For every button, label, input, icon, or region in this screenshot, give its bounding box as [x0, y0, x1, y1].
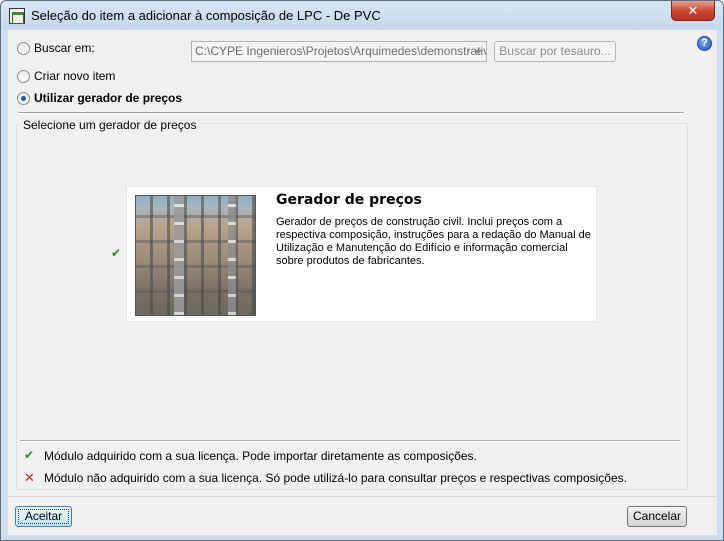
close-button[interactable]: ✕ — [671, 1, 715, 21]
app-icon — [9, 8, 25, 24]
radio-price-generator[interactable] — [17, 92, 30, 105]
price-generator-card[interactable]: Gerador de preços Gerador de preços de c… — [126, 186, 597, 322]
legend-not-acquired-text: Módulo não adquirido com a sua licença. … — [44, 471, 627, 485]
generator-group-title: Selecione um gerador de preços — [20, 118, 200, 132]
acquired-check-icon: ✔ — [24, 448, 35, 462]
cancel-button-label: Cancelar — [632, 509, 682, 523]
path-value: C:\CYPE Ingenieros\Projetos\Arquimedes\d… — [195, 44, 487, 58]
card-description: Gerador de preços de construção civil. I… — [276, 216, 591, 267]
card-acquired-check-icon: ✔ — [111, 246, 122, 260]
window-title: Seleção do item a adicionar à composição… — [31, 8, 381, 23]
dialog-body: Buscar em: C:\CYPE Ingenieros\Projetos\A… — [8, 30, 717, 535]
footer-separator — [8, 496, 717, 497]
options-separator — [18, 112, 684, 114]
chevron-down-icon — [474, 50, 482, 54]
dialog-window: Seleção do item a adicionar à composição… — [0, 0, 724, 541]
radio-search-in-label[interactable]: Buscar em: — [34, 41, 95, 55]
card-title: Gerador de preços — [276, 192, 422, 208]
cancel-button[interactable]: Cancelar — [627, 506, 687, 527]
not-acquired-x-icon: ✕ — [24, 470, 35, 485]
radio-new-item-label[interactable]: Criar novo item — [34, 69, 115, 83]
legend-separator — [20, 440, 680, 442]
legend-acquired-text: Módulo adquirido com a sua licença. Pode… — [44, 449, 477, 463]
title-bar[interactable]: Seleção do item a adicionar à composição… — [1, 1, 723, 30]
accept-button-label: Aceitar — [24, 509, 63, 523]
radio-search-in[interactable] — [17, 42, 30, 55]
radio-price-generator-label[interactable]: Utilizar gerador de preços — [34, 91, 182, 105]
path-combobox: C:\CYPE Ingenieros\Projetos\Arquimedes\d… — [191, 41, 487, 62]
accept-button[interactable]: Aceitar — [15, 506, 72, 527]
thesaurus-search-button: Buscar por tesauro... — [494, 41, 616, 62]
help-icon[interactable]: ? — [697, 36, 712, 51]
radio-new-item[interactable] — [17, 70, 30, 83]
building-scaffold-image — [135, 195, 256, 316]
